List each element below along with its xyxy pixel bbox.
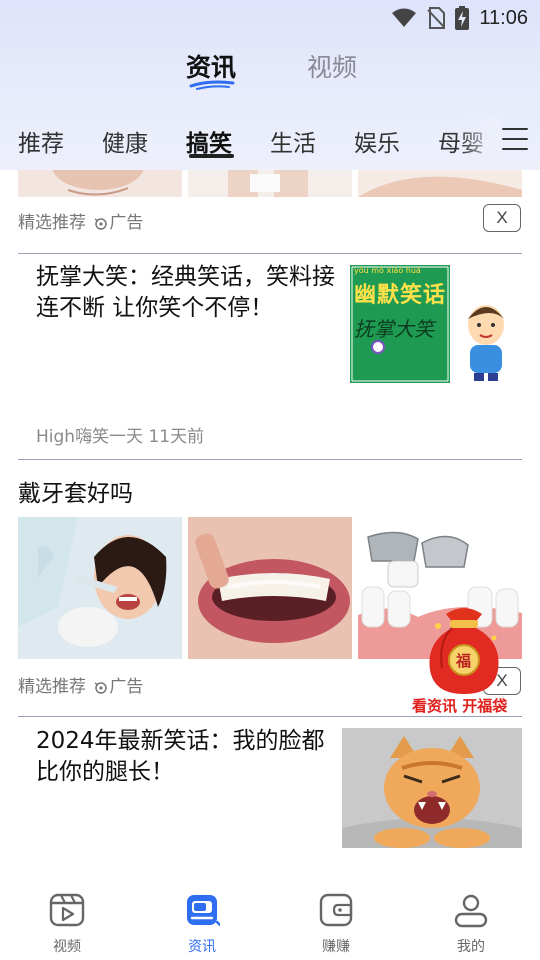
ad-thumbnail[interactable] [358, 170, 522, 197]
wifi-icon [392, 8, 417, 27]
app-header: 11:06 资讯 视频 推荐 健康 搞笑 生活 娱乐 母婴 [0, 0, 540, 170]
news-icon [187, 895, 222, 927]
nav-news[interactable]: 资讯 [162, 892, 242, 956]
nav-profile[interactable]: 我的 [431, 892, 511, 956]
article-thumbnail[interactable] [342, 728, 522, 848]
ad-label: 广告 [109, 213, 144, 233]
status-bar: 11:06 [0, 0, 540, 36]
active-tab-underline [189, 80, 235, 90]
ad-thumbnail[interactable] [188, 170, 352, 197]
nav-earn-label: 赚赚 [322, 939, 350, 955]
category-funny[interactable]: 搞笑 [186, 124, 232, 158]
divider [18, 253, 522, 254]
ad-source: 精选推荐 广告 [18, 672, 143, 697]
category-underline [189, 154, 234, 158]
thumbnail-pinyin: yōu mò xiào huà [354, 266, 421, 275]
article-title[interactable]: 抚掌大笑：经典笑话，笑料接连不断 让你笑个不停！ [36, 262, 336, 324]
ad-thumbnail[interactable] [18, 517, 182, 659]
no-sim-icon [427, 7, 446, 29]
category-health[interactable]: 健康 [102, 124, 148, 158]
ad-badge-icon [94, 218, 108, 230]
video-icon [49, 893, 85, 927]
status-time: 11:06 [479, 6, 528, 29]
category-life[interactable]: 生活 [270, 124, 316, 158]
category-fade [460, 118, 500, 164]
ad-source: 精选推荐 广告 [18, 208, 143, 233]
ad-title[interactable]: 戴牙套好吗 [18, 479, 133, 510]
news-feed[interactable]: 精选推荐 广告 X 抚掌大笑：经典笑话，笑料接连不断 让你笑个不停！ yōu m… [0, 170, 540, 870]
ad-source-text: 精选推荐 [18, 677, 86, 697]
lucky-bag-icon [429, 608, 499, 694]
ad-close-button[interactable]: X [483, 204, 521, 232]
top-tabs: 资讯 视频 [0, 48, 540, 98]
category-recommend[interactable]: 推荐 [18, 124, 64, 158]
article-title[interactable]: 2024年最新笑话：我的脸都比你的腿长！ [36, 726, 336, 788]
thumbnail-heading: 幽默笑话 [354, 283, 447, 308]
ad-thumbnail[interactable] [18, 170, 182, 197]
tab-video[interactable]: 视频 [307, 48, 357, 84]
nav-earn[interactable]: 赚赚 [296, 892, 376, 956]
thumbnail-calligraphy: 抚掌大笑 [354, 317, 434, 341]
nav-news-label: 资讯 [188, 939, 216, 955]
ad-source-text: 精选推荐 [18, 213, 86, 233]
bottom-nav: 视频 资讯 赚赚 我的 [0, 878, 540, 960]
ad-label: 广告 [109, 677, 144, 697]
cartoon-boy [468, 305, 504, 381]
category-bar: 推荐 健康 搞笑 生活 娱乐 母婴 [0, 118, 540, 164]
lucky-bag-char: 福 [456, 652, 472, 670]
nav-video-label: 视频 [53, 939, 81, 955]
ad-badge-icon [94, 682, 108, 694]
lucky-bag-label[interactable]: 看资讯 开福袋 [412, 695, 507, 716]
article-thumbnail[interactable]: yōu mò xiào huà 幽默笑话 抚掌大笑 [342, 265, 522, 385]
ad-thumbnail[interactable] [188, 517, 352, 659]
wallet-icon [319, 893, 353, 927]
category-entertainment[interactable]: 娱乐 [354, 124, 400, 158]
divider [18, 459, 522, 460]
article-meta: High嗨笑一天 11天前 [36, 427, 205, 447]
nav-profile-label: 我的 [457, 939, 485, 955]
nav-video[interactable]: 视频 [27, 892, 107, 956]
menu-icon[interactable] [502, 128, 528, 150]
tab-news[interactable]: 资讯 [186, 48, 236, 84]
profile-icon [454, 894, 488, 928]
battery-charging-icon [455, 6, 470, 30]
